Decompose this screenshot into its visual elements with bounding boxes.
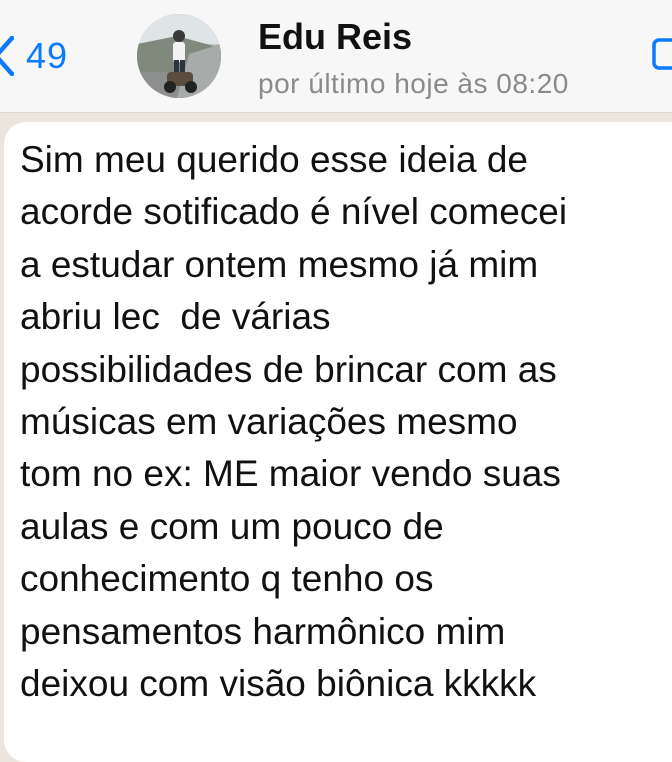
chat-header: 49 Edu Reis por último hoje às 08:20 xyxy=(0,0,672,113)
chevron-left-icon xyxy=(0,36,14,76)
message-line: acorde sotificado é nível comecei xyxy=(20,191,568,233)
video-call-icon[interactable] xyxy=(652,34,672,74)
contact-info[interactable]: Edu Reis por último hoje às 08:20 xyxy=(258,16,569,102)
message-line: tom no ex: ME maior vendo suas xyxy=(20,453,561,495)
message-line: abriu lec de várias xyxy=(20,296,331,338)
back-button[interactable]: 49 xyxy=(0,26,110,86)
contact-name: Edu Reis xyxy=(258,16,413,57)
message-line: aulas e com um pouco de xyxy=(20,505,444,547)
profile-photo xyxy=(137,14,221,98)
unread-count: 49 xyxy=(26,35,69,76)
message-text: Sim meu querido esse ideia de acorde sot… xyxy=(20,134,672,710)
message-line: pensamentos harmônico mim xyxy=(20,610,506,652)
last-seen-status: por último hoje às 08:20 xyxy=(258,68,569,99)
message-line: deixou com visão biônica kkkkk xyxy=(20,663,537,705)
message-line: conhecimento q tenho os xyxy=(20,558,434,600)
message-line: a estudar ontem mesmo já mim xyxy=(20,243,539,285)
avatar[interactable] xyxy=(137,14,221,98)
message-line: Sim meu querido esse ideia de xyxy=(20,139,529,180)
message-line: músicas em variações mesmo xyxy=(20,401,518,443)
message-line: possibilidades de brincar com as xyxy=(20,348,557,390)
